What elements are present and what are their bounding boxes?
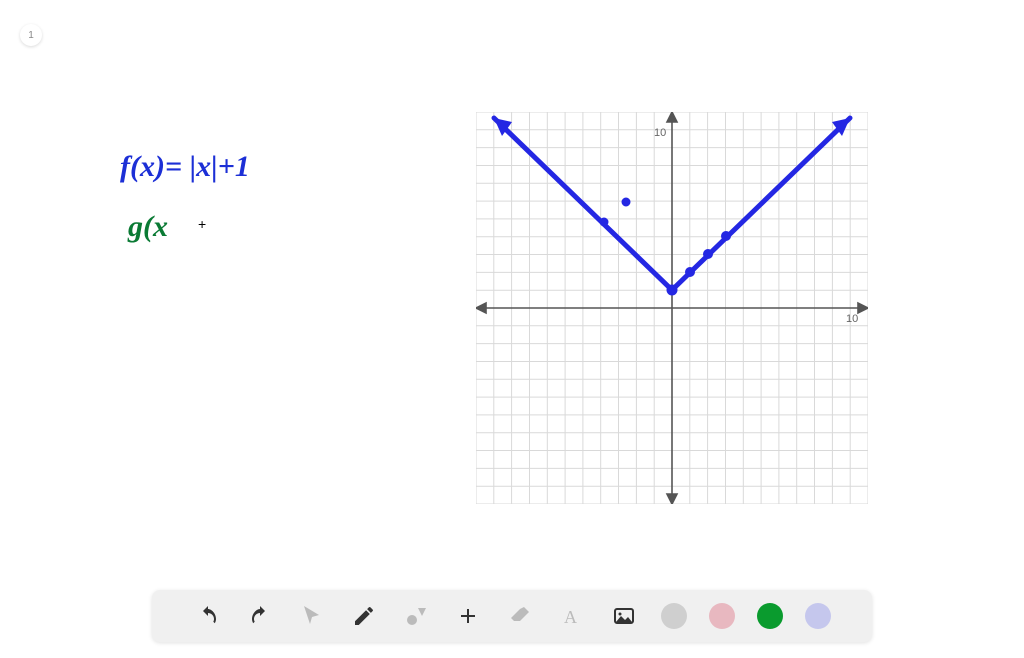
- text-icon: A: [560, 604, 584, 628]
- svg-text:A: A: [564, 607, 577, 627]
- equation-g-partial: g(x: [128, 210, 168, 244]
- redo-icon: [248, 604, 272, 628]
- shapes-icon: [404, 604, 428, 628]
- undo-button[interactable]: [193, 601, 223, 631]
- pencil-tool[interactable]: [349, 601, 379, 631]
- image-icon: [612, 604, 636, 628]
- toolbar: A: [152, 590, 872, 642]
- pointer-icon: [300, 604, 324, 628]
- pencil-icon: [352, 604, 376, 628]
- text-tool[interactable]: A: [557, 601, 587, 631]
- coordinate-graph: 10 10: [476, 112, 868, 504]
- page-number-badge: 1: [20, 24, 42, 46]
- add-tool[interactable]: [453, 601, 483, 631]
- axes: [476, 112, 868, 504]
- y-tick-10: 10: [654, 127, 666, 139]
- color-swatch-pink[interactable]: [709, 603, 735, 629]
- color-swatch-lilac[interactable]: [805, 603, 831, 629]
- undo-icon: [196, 604, 220, 628]
- shapes-tool[interactable]: [401, 601, 431, 631]
- equation-f: f(x)= |x|+1: [120, 150, 250, 184]
- image-tool[interactable]: [609, 601, 639, 631]
- pointer-tool[interactable]: [297, 601, 327, 631]
- plus-icon: [456, 604, 480, 628]
- x-tick-10: 10: [846, 313, 858, 325]
- page-number: 1: [28, 30, 34, 41]
- color-swatch-green[interactable]: [757, 603, 783, 629]
- draw-cursor: +: [198, 216, 206, 232]
- redo-button[interactable]: [245, 601, 275, 631]
- eraser-icon: [508, 604, 532, 628]
- eraser-tool[interactable]: [505, 601, 535, 631]
- color-swatch-gray[interactable]: [661, 603, 687, 629]
- whiteboard-canvas[interactable]: 1 f(x)= |x|+1 g(x +: [0, 0, 1024, 600]
